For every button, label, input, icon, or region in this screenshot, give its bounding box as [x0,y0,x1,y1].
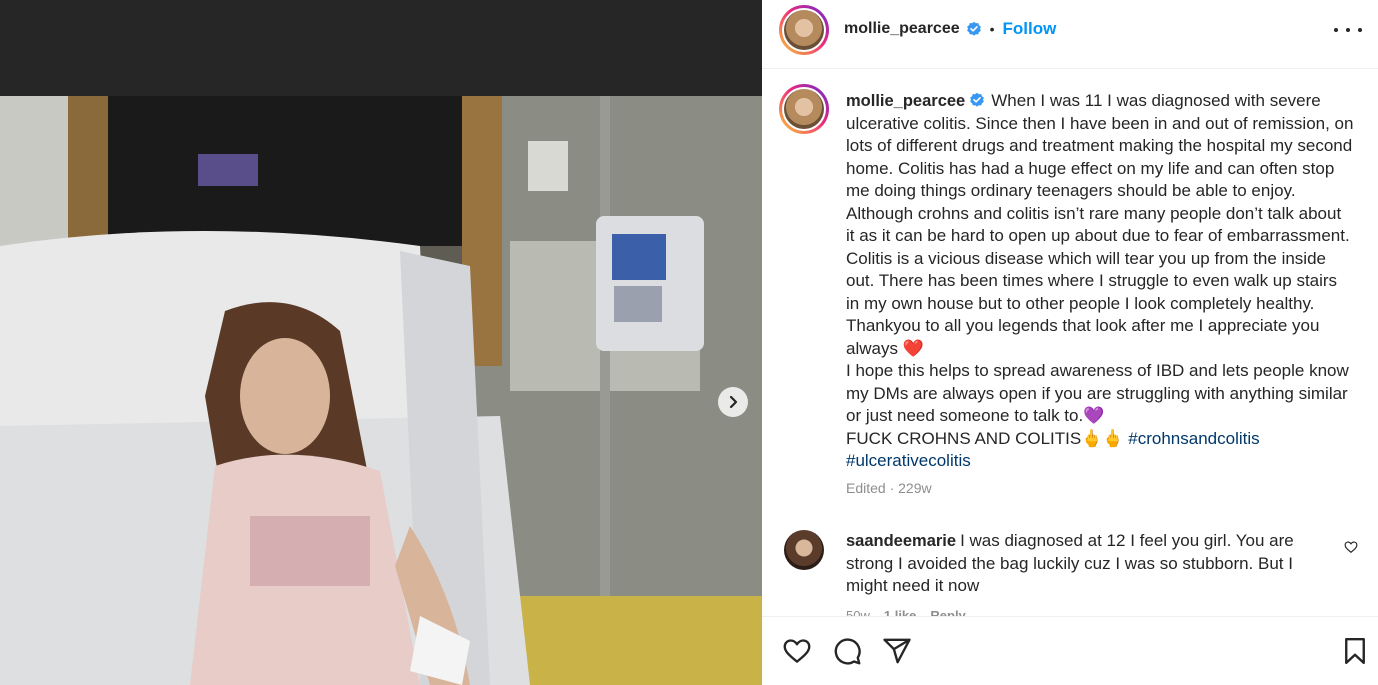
reply-button[interactable]: Reply [930,608,965,616]
comment-username[interactable]: saandeemarie [846,532,956,550]
comment-icon[interactable] [832,636,862,666]
verified-badge-icon [970,92,985,107]
comment-like-heart-icon[interactable] [1344,540,1358,554]
comment-item: saandeemarie I was diagnosed at 12 I feel… [846,530,1326,598]
post-panel: mollie_pearcee • Follow mollie_pearcee W… [762,0,1378,685]
hashtag-link[interactable]: #ulcerativecolitis [846,451,971,470]
caption-author-avatar[interactable] [779,84,829,134]
author-info: mollie_pearcee • Follow [844,19,1056,39]
send-icon[interactable] [882,636,912,666]
verified-badge-icon [966,21,981,36]
comment-meta: 50w 1 like Reply [846,608,966,616]
caption-username[interactable]: mollie_pearcee [846,92,965,110]
heart-icon[interactable] [782,636,812,666]
post-caption: mollie_pearcee When I was 11 I was diagn… [846,90,1354,473]
post-photo [0,96,762,685]
more-options-icon[interactable] [1334,20,1362,40]
bookmark-icon[interactable] [1340,636,1370,666]
commenter-avatar[interactable] [784,530,824,570]
hashtag-link[interactable]: #crohnsandcolitis [1128,429,1259,448]
next-media-button[interactable] [718,387,748,417]
comment-likes[interactable]: 1 like [884,608,917,616]
post-media [0,0,762,685]
comments-scroll-area[interactable]: mollie_pearcee When I was 11 I was diagn… [762,70,1378,616]
comment-age: 50w [846,608,870,616]
caption-text: When I was 11 I was diagnosed with sever… [846,91,1354,448]
author-avatar[interactable] [779,5,829,55]
post-header: mollie_pearcee • Follow [762,0,1378,69]
follow-button[interactable]: Follow [1003,19,1057,39]
post-actions-bar [762,616,1378,685]
chevron-right-icon [729,395,738,409]
caption-meta: Edited · 229w [846,480,932,496]
author-username[interactable]: mollie_pearcee [844,20,960,38]
separator-dot: • [989,21,995,37]
